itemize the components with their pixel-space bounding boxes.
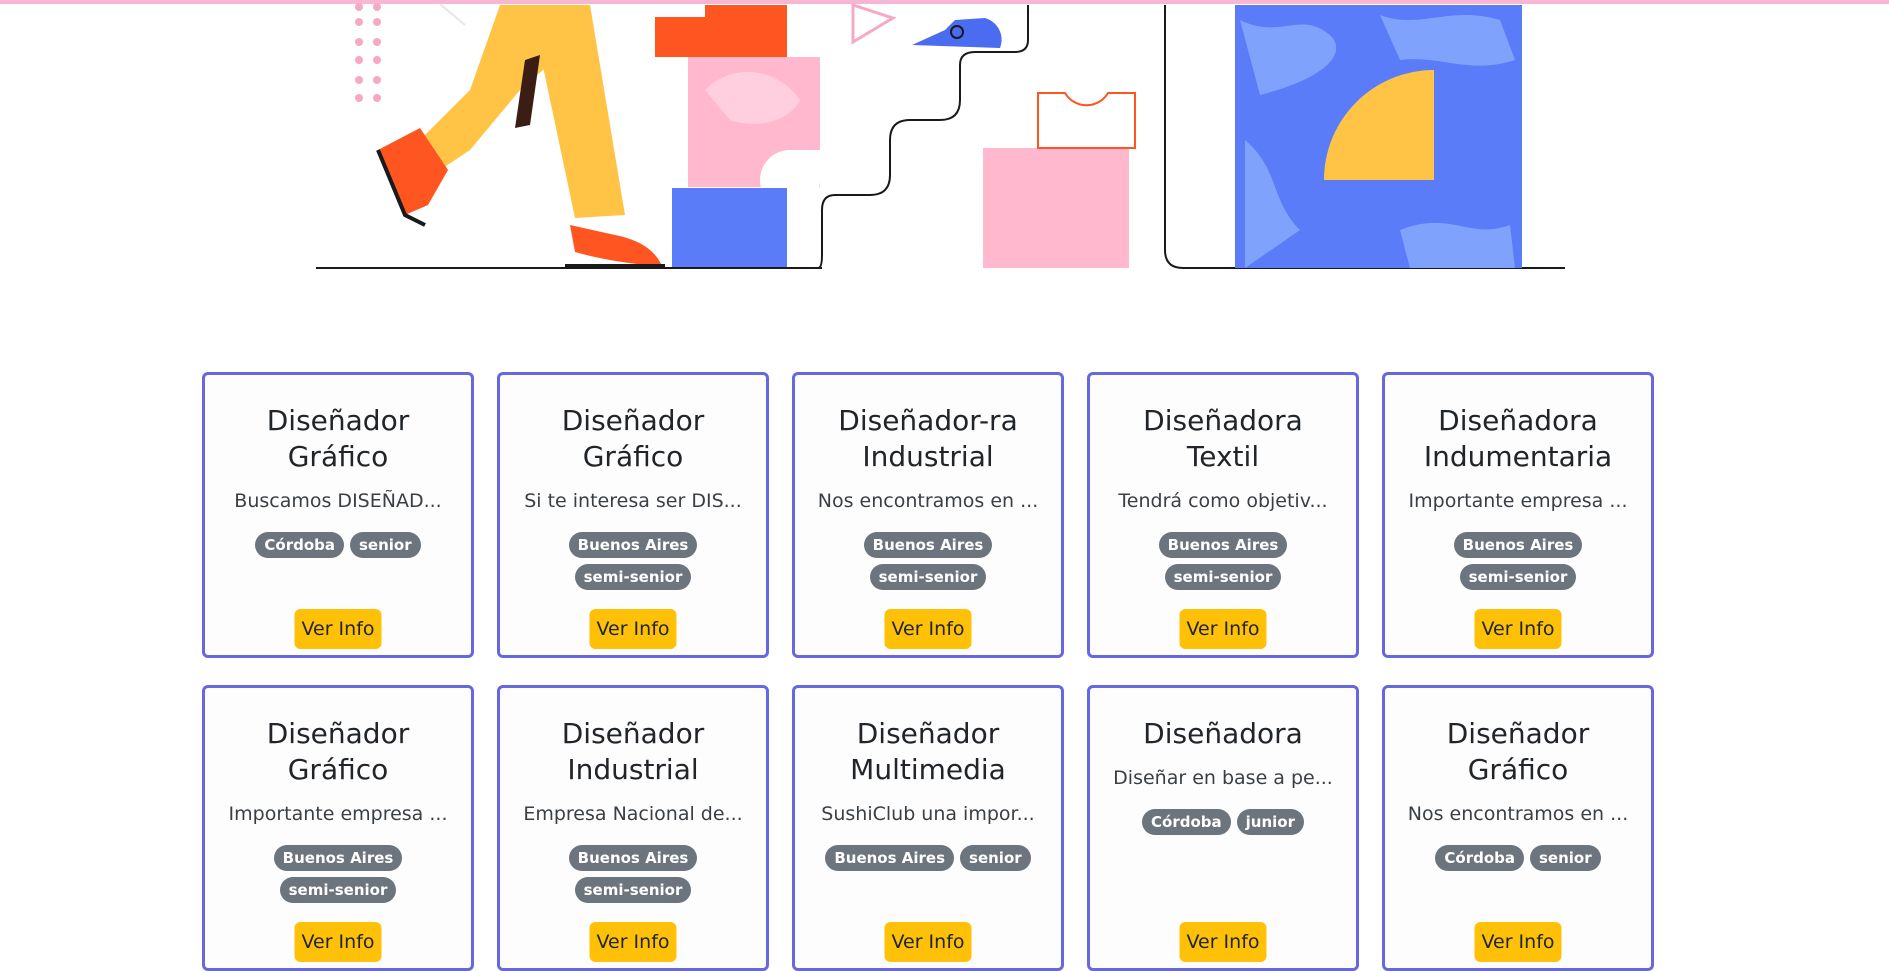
- job-title: Diseñador Gráfico: [266, 404, 410, 473]
- job-description: Empresa Nacional de...: [523, 803, 743, 825]
- location-badge: Córdoba: [255, 532, 344, 558]
- ver-info-button[interactable]: Ver Info: [294, 922, 382, 962]
- job-card: Diseñador Gráfico Nos encontramos en ... …: [1382, 685, 1654, 971]
- job-badges: Córdoba senior: [1405, 845, 1631, 871]
- job-card: Diseñadora Indumentaria Importante empres…: [1382, 372, 1654, 658]
- ver-info-button[interactable]: Ver Info: [589, 922, 677, 962]
- job-description: Nos encontramos en ...: [1407, 803, 1629, 825]
- job-title: Diseñador-ra Industrial: [838, 404, 1018, 473]
- level-badge: senior: [960, 845, 1031, 871]
- job-title: Diseñador Industrial: [561, 717, 705, 786]
- job-card: Diseñador Gráfico Buscamos DISEÑAD... Cór…: [202, 372, 474, 658]
- location-badge: Buenos Aires: [863, 532, 993, 558]
- ver-info-button[interactable]: Ver Info: [294, 609, 382, 649]
- job-title: Diseñador Gráfico: [266, 717, 410, 786]
- job-description: Tendrá como objetiv...: [1118, 490, 1328, 512]
- job-description: Si te interesa ser DIS...: [524, 490, 742, 512]
- location-badge: Buenos Aires: [1453, 532, 1583, 558]
- location-badge: Buenos Aires: [273, 845, 403, 871]
- job-description: Importante empresa ...: [1408, 490, 1628, 512]
- level-badge: semi-senior: [574, 877, 692, 903]
- job-badges: Buenos Aires semi-senior: [815, 532, 1041, 590]
- location-badge: Buenos Aires: [1158, 532, 1288, 558]
- ver-info-button[interactable]: Ver Info: [884, 922, 972, 962]
- job-badges: Córdoba junior: [1110, 809, 1336, 835]
- level-badge: senior: [1530, 845, 1601, 871]
- level-badge: semi-senior: [574, 564, 692, 590]
- job-badges: Buenos Aires semi-senior: [1110, 532, 1336, 590]
- ver-info-button[interactable]: Ver Info: [1474, 609, 1562, 649]
- level-badge: semi-senior: [1164, 564, 1282, 590]
- level-badge: senior: [350, 532, 421, 558]
- job-title: Diseñador Multimedia: [850, 717, 1006, 786]
- location-badge: Buenos Aires: [568, 845, 698, 871]
- job-description: Diseñar en base a pe...: [1113, 767, 1333, 789]
- job-badges: Buenos Aires semi-senior: [520, 532, 746, 590]
- job-title: Diseñador Gráfico: [1446, 717, 1590, 786]
- hero-illustration: [0, 0, 1889, 290]
- job-badges: Córdoba senior: [225, 532, 451, 558]
- job-title: Diseñadora Textil: [1143, 404, 1303, 473]
- job-card: Diseñadora Textil Tendrá como objetiv... …: [1087, 372, 1359, 658]
- ver-info-button[interactable]: Ver Info: [1179, 922, 1267, 962]
- job-badges: Buenos Aires senior: [815, 845, 1041, 871]
- job-card: Diseñador Gráfico Si te interesa ser DIS.…: [497, 372, 769, 658]
- location-badge: Buenos Aires: [825, 845, 955, 871]
- job-title: Diseñador Gráfico: [561, 404, 705, 473]
- level-badge: semi-senior: [869, 564, 987, 590]
- level-badge: semi-senior: [1459, 564, 1577, 590]
- job-badges: Buenos Aires semi-senior: [1405, 532, 1631, 590]
- ver-info-button[interactable]: Ver Info: [1179, 609, 1267, 649]
- job-description: SushiClub una impor...: [821, 803, 1035, 825]
- ver-info-button[interactable]: Ver Info: [589, 609, 677, 649]
- location-badge: Córdoba: [1142, 809, 1231, 835]
- job-title: Diseñadora Indumentaria: [1423, 404, 1613, 473]
- job-card: Diseñador-ra Industrial Nos encontramos e…: [792, 372, 1064, 658]
- job-card: Diseñador Multimedia SushiClub una impor.…: [792, 685, 1064, 971]
- level-badge: junior: [1236, 809, 1304, 835]
- ver-info-button[interactable]: Ver Info: [884, 609, 972, 649]
- job-card: Diseñador Gráfico Importante empresa ... …: [202, 685, 474, 971]
- job-card: Diseñador Industrial Empresa Nacional de.…: [497, 685, 769, 971]
- ver-info-button[interactable]: Ver Info: [1474, 922, 1562, 962]
- location-badge: Córdoba: [1435, 845, 1524, 871]
- job-description: Importante empresa ...: [228, 803, 448, 825]
- job-description: Buscamos DISEÑAD...: [234, 490, 442, 512]
- job-card: Diseñadora Diseñar en base a pe... Córdo…: [1087, 685, 1359, 971]
- job-title: Diseñadora: [1143, 717, 1303, 750]
- location-badge: Buenos Aires: [568, 532, 698, 558]
- level-badge: semi-senior: [279, 877, 397, 903]
- job-badges: Buenos Aires semi-senior: [520, 845, 746, 903]
- job-description: Nos encontramos en ...: [817, 490, 1039, 512]
- job-badges: Buenos Aires semi-senior: [225, 845, 451, 903]
